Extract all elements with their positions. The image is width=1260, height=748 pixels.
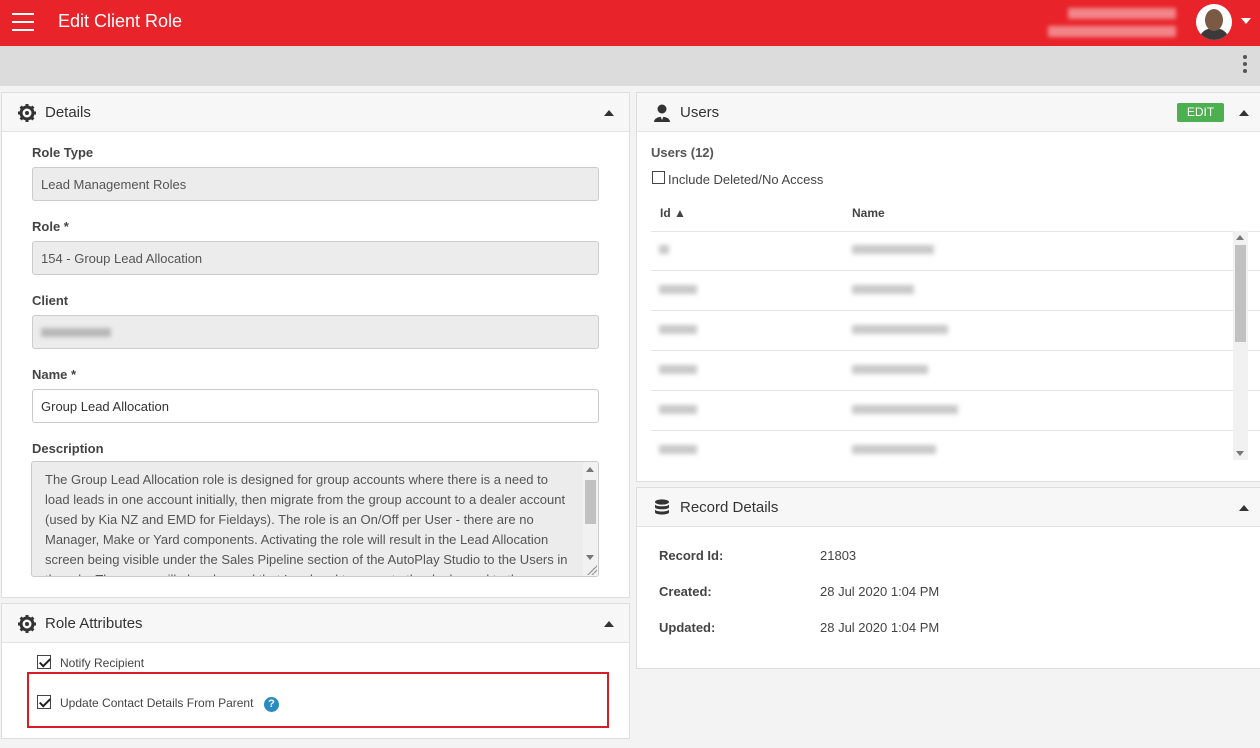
include-deleted-checkbox[interactable] (652, 171, 665, 184)
record-details-panel: Record Details (636, 487, 1260, 669)
table-header-divider (651, 231, 1260, 232)
users-count: Users (12) (651, 145, 714, 160)
help-icon[interactable]: ? (264, 697, 279, 712)
database-icon (655, 499, 669, 515)
page-title: Edit Client Role (58, 11, 183, 31)
column-header-id[interactable]: Id ▲ (660, 206, 686, 220)
scroll-thumb[interactable] (1235, 245, 1246, 342)
row-divider (651, 310, 1260, 311)
scroll-down-icon[interactable] (1236, 451, 1244, 456)
notify-recipient-checkbox[interactable] (37, 655, 51, 669)
toolbar (0, 46, 1260, 86)
row-name (852, 325, 948, 334)
collapse-icon[interactable] (604, 110, 614, 116)
updated-label: Updated: (659, 620, 716, 635)
update-contact-label: Update Contact Details From Parent (60, 696, 254, 710)
collapse-icon[interactable] (1239, 110, 1249, 116)
collapse-icon[interactable] (1239, 505, 1249, 511)
description-field[interactable]: The Group Lead Allocation role is design… (31, 461, 599, 577)
users-panel: Users (636, 92, 1260, 482)
scroll-up-icon[interactable] (586, 467, 594, 472)
description-label: Description (32, 441, 104, 456)
created-value: 28 Jul 2020 1:04 PM (820, 584, 940, 599)
row-name (852, 245, 934, 254)
role-type-label: Role Type (32, 145, 94, 160)
row-name (852, 365, 928, 374)
name-field[interactable]: Group Lead Allocation (32, 389, 599, 423)
role-attributes-header: Role Attributes (2, 604, 629, 643)
description-text: The Group Lead Allocation role is design… (45, 472, 568, 576)
row-id (659, 405, 697, 414)
top-bar: Edit Client Role (0, 0, 1260, 46)
role-label: Role * (32, 219, 69, 234)
created-label: Created: (659, 584, 712, 599)
users-header: Users (637, 93, 1260, 132)
gear-icon (18, 615, 36, 633)
kebab-icon[interactable] (1242, 55, 1248, 77)
record-id-label: Record Id: (659, 548, 724, 563)
row-id (659, 325, 697, 334)
description-scrollbar[interactable] (583, 462, 598, 576)
client-field (32, 315, 599, 349)
resize-handle-icon[interactable] (587, 565, 597, 575)
record-details-title: Record Details (680, 499, 779, 516)
record-id-value: 21803 (820, 548, 857, 563)
role-attributes-title: Role Attributes (45, 615, 143, 632)
chevron-down-icon[interactable] (1241, 18, 1251, 24)
details-title: Details (45, 104, 91, 121)
users-title: Users (680, 104, 720, 121)
details-header: Details (2, 93, 629, 132)
client-label: Client (32, 293, 69, 308)
role-field: 154 - Group Lead Allocation (32, 241, 599, 275)
record-details-header: Record Details (637, 488, 1260, 527)
row-name (852, 405, 958, 414)
row-id (659, 245, 669, 254)
row-id (659, 285, 697, 294)
notify-recipient-label: Notify Recipient (60, 656, 145, 670)
scroll-down-icon[interactable] (586, 555, 594, 560)
row-name (852, 445, 936, 454)
avatar[interactable] (1196, 4, 1232, 40)
scroll-up-icon[interactable] (1236, 235, 1244, 240)
collapse-icon[interactable] (604, 621, 614, 627)
column-header-name[interactable]: Name (852, 206, 885, 220)
menu-icon[interactable] (12, 13, 34, 31)
row-divider (651, 350, 1260, 351)
row-id (659, 445, 697, 454)
user-info[interactable] (1046, 6, 1176, 40)
edit-button[interactable]: EDIT (1177, 103, 1224, 122)
row-divider (651, 270, 1260, 271)
users-table-scrollbar[interactable] (1233, 231, 1248, 460)
role-type-field: Lead Management Roles (32, 167, 599, 201)
include-deleted-label: Include Deleted/No Access (668, 172, 824, 187)
row-divider (651, 430, 1260, 431)
row-name (852, 285, 914, 294)
user-icon (654, 104, 670, 122)
updated-value: 28 Jul 2020 1:04 PM (820, 620, 940, 635)
gear-icon (18, 104, 36, 122)
update-contact-checkbox[interactable] (37, 695, 51, 709)
scroll-thumb[interactable] (585, 480, 596, 524)
row-id (659, 365, 697, 374)
name-label: Name * (32, 367, 77, 382)
row-divider (651, 390, 1260, 391)
